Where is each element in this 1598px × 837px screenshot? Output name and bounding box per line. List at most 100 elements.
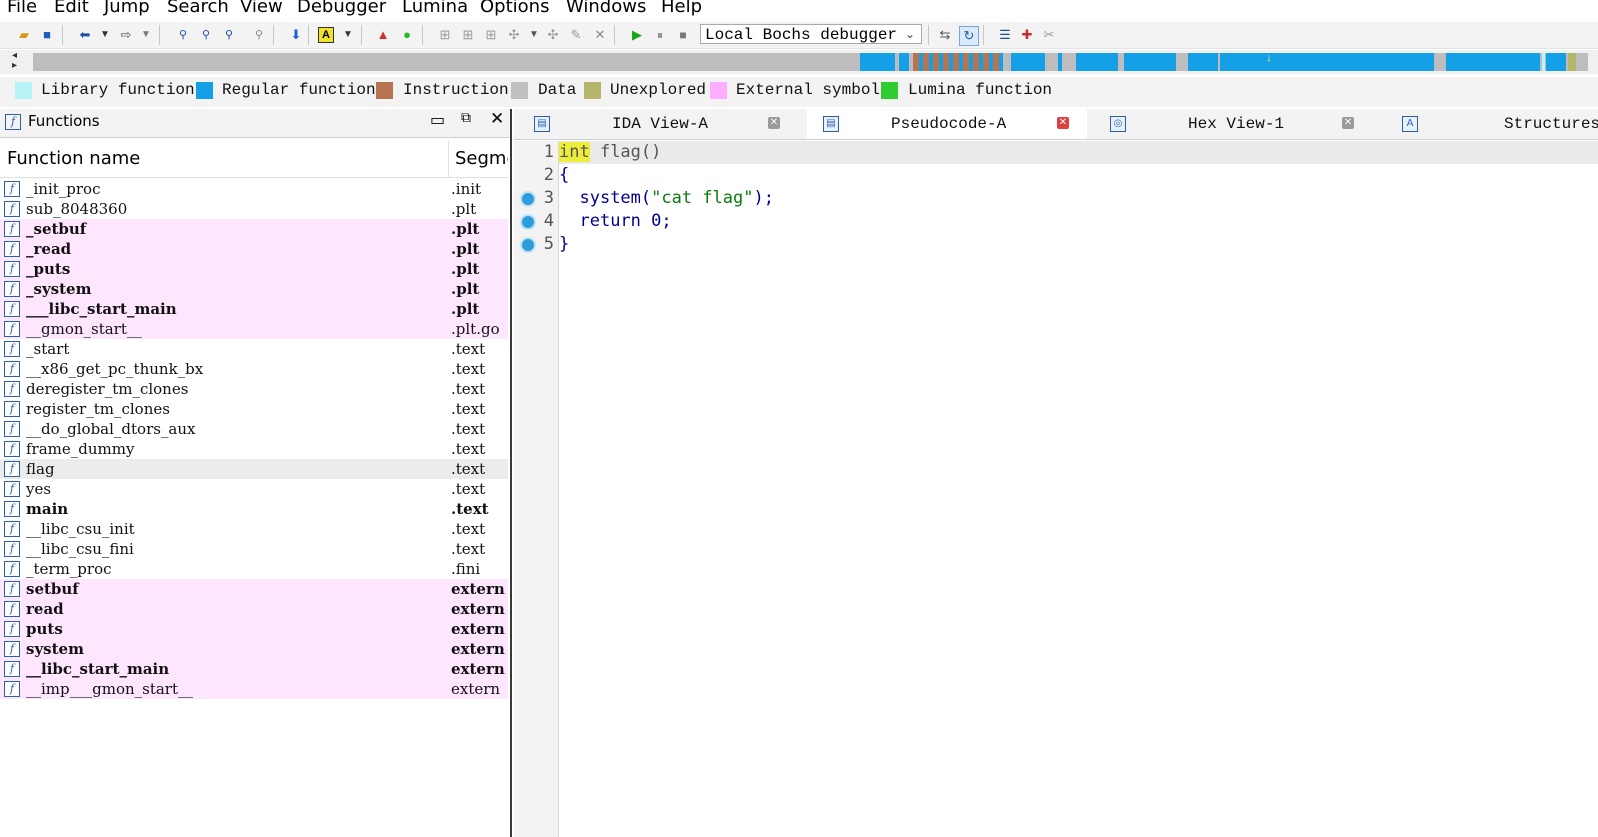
menu-view[interactable]: View — [240, 0, 283, 17]
highlight-dropdown-icon[interactable]: ▼ — [339, 26, 357, 44]
column-divider[interactable] — [448, 141, 449, 177]
forward-dropdown-icon[interactable]: ▼ — [137, 26, 155, 44]
create-struct-icon[interactable]: ✣ — [505, 26, 523, 44]
delete-breakpoint-icon[interactable]: ✂ — [1040, 26, 1058, 44]
function-row[interactable]: f setbuf extern — [0, 579, 508, 599]
function-row[interactable]: f sub_8048360 .plt — [0, 199, 508, 219]
maximize-icon[interactable]: ▭ — [430, 110, 445, 129]
function-row[interactable]: f _start .text — [0, 339, 508, 359]
function-row[interactable]: f puts extern — [0, 619, 508, 639]
tab-ida-view-a[interactable]: ▤ IDA View-A ✕ — [514, 109, 790, 139]
debug-attach-icon[interactable]: ⇆ — [936, 26, 954, 44]
close-icon[interactable]: ✕ — [490, 109, 504, 129]
function-row[interactable]: f _system .plt — [0, 279, 508, 299]
code-text[interactable]: flag() — [590, 142, 661, 162]
tab-hex-view-1[interactable]: ◎ Hex View-1 ✕ — [1104, 109, 1364, 139]
menu-file[interactable]: File — [7, 0, 37, 17]
breakpoint-dot-icon[interactable] — [522, 193, 534, 205]
graph-green-icon[interactable]: ● — [398, 26, 416, 44]
code-line[interactable]: system("cat flag"); — [559, 187, 1598, 210]
function-row[interactable]: f yes .text — [0, 479, 508, 499]
search-binary-icon[interactable]: ⚲ — [174, 26, 192, 44]
highlight-icon[interactable]: A — [318, 27, 334, 43]
menu-options[interactable]: Options — [480, 0, 549, 17]
jump-down-icon[interactable]: ⬇ — [287, 26, 305, 44]
code-line[interactable]: } — [559, 233, 1598, 256]
function-row[interactable]: f _puts .plt — [0, 259, 508, 279]
breakpoint-dot-icon[interactable] — [522, 239, 534, 251]
patch-icon[interactable]: ✣ — [544, 26, 562, 44]
code-line[interactable]: int flag() — [559, 141, 1598, 164]
nav-scroll-arrows-icon[interactable]: ◂ ▸ — [12, 51, 28, 73]
graph-red-icon[interactable]: ▲ — [374, 26, 392, 44]
code-text[interactable]: { — [559, 165, 569, 185]
breakpoints-list-icon[interactable]: ☰ — [996, 26, 1014, 44]
close-icon[interactable]: ✕ — [1057, 117, 1069, 129]
back-icon[interactable]: ⬅ — [76, 26, 94, 44]
function-row[interactable]: f deregister_tm_clones .text — [0, 379, 508, 399]
function-row[interactable]: f __gmon_start__ .plt.go — [0, 319, 508, 339]
function-row[interactable]: f register_tm_clones .text — [0, 399, 508, 419]
function-row[interactable]: f _term_proc .fini — [0, 559, 508, 579]
navigation-strip[interactable]: ↓ — [33, 53, 1588, 71]
restore-icon[interactable]: ⧉ — [461, 110, 471, 126]
add-breakpoint-icon[interactable]: ✚ — [1018, 26, 1036, 44]
search-text-icon[interactable]: ⚲ — [197, 26, 215, 44]
debug-step-icon[interactable]: ↻ — [959, 26, 979, 46]
rename-icon[interactable]: ✎ — [567, 26, 585, 44]
function-row[interactable]: f system extern — [0, 639, 508, 659]
menu-help[interactable]: Help — [661, 0, 702, 17]
breakpoint-dot-icon[interactable] — [522, 216, 534, 228]
function-row[interactable]: f __x86_get_pc_thunk_bx .text — [0, 359, 508, 379]
close-icon[interactable]: ✕ — [1342, 117, 1354, 129]
function-row[interactable]: f _read .plt — [0, 239, 508, 259]
menu-windows[interactable]: Windows — [566, 0, 646, 17]
add-function-icon[interactable]: ⊞ — [459, 26, 477, 44]
debug-start-icon[interactable]: ▶ — [628, 26, 646, 44]
function-list-icon[interactable]: ⊞ — [436, 26, 454, 44]
delete-icon[interactable]: ✕ — [591, 26, 609, 44]
function-row[interactable]: f main .text — [0, 499, 508, 519]
menu-search[interactable]: Search — [167, 0, 229, 17]
column-function-name[interactable]: Function name — [7, 148, 140, 169]
back-dropdown-icon[interactable]: ▼ — [96, 26, 114, 44]
debug-pause-icon[interactable]: ⏸ — [651, 26, 669, 44]
debugger-select[interactable]: Local Bochs debugger ⌄ — [700, 24, 922, 44]
code-line[interactable]: { — [559, 164, 1598, 187]
search-sequence-icon[interactable]: ⚲ — [250, 26, 268, 44]
menu-debugger[interactable]: Debugger — [297, 0, 386, 17]
code-text[interactable]: return 0; — [579, 211, 671, 231]
function-row[interactable]: f frame_dummy .text — [0, 439, 508, 459]
tab-structures[interactable]: A Structures — [1382, 109, 1598, 139]
forward-icon[interactable]: ⇨ — [117, 26, 135, 44]
function-row[interactable]: f read extern — [0, 599, 508, 619]
code-line[interactable]: return 0; — [559, 210, 1598, 233]
menu-lumina[interactable]: Lumina — [402, 0, 468, 17]
function-row[interactable]: f _setbuf .plt — [0, 219, 508, 239]
function-row[interactable]: f ___libc_start_main .plt — [0, 299, 508, 319]
function-row[interactable]: f __libc_start_main extern — [0, 659, 508, 679]
function-row[interactable]: f __libc_csu_fini .text — [0, 539, 508, 559]
tab-pseudocode-a[interactable]: ▤ Pseudocode-A ✕ — [807, 109, 1087, 139]
edit-function-icon[interactable]: ⊞ — [482, 26, 500, 44]
menu-edit[interactable]: Edit — [54, 0, 89, 17]
struct-dropdown-icon[interactable]: ▼ — [525, 26, 543, 44]
code-string[interactable]: "cat flag" — [651, 188, 753, 208]
function-row[interactable]: f __imp___gmon_start__ extern — [0, 679, 508, 699]
menu-jump[interactable]: Jump — [104, 0, 150, 17]
code-text[interactable]: } — [559, 234, 569, 254]
close-icon[interactable]: ✕ — [768, 117, 780, 129]
function-row[interactable]: f flag .text — [0, 459, 508, 479]
code-keyword[interactable]: int — [559, 142, 590, 162]
code-text[interactable]: ); — [754, 188, 774, 208]
open-icon[interactable]: ▰ — [15, 26, 33, 44]
function-row[interactable]: f _init_proc .init — [0, 179, 508, 199]
column-segment[interactable]: Segme — [455, 148, 508, 169]
debug-stop-icon[interactable]: ■ — [674, 26, 692, 44]
save-icon[interactable]: ■ — [38, 26, 56, 44]
function-row[interactable]: f __libc_csu_init .text — [0, 519, 508, 539]
function-row[interactable]: f __do_global_dtors_aux .text — [0, 419, 508, 439]
pseudocode-view[interactable]: int flag() { system("cat flag"); return … — [559, 141, 1598, 837]
code-text[interactable]: system( — [579, 188, 651, 208]
search-immediate-icon[interactable]: ⚲ — [220, 26, 238, 44]
